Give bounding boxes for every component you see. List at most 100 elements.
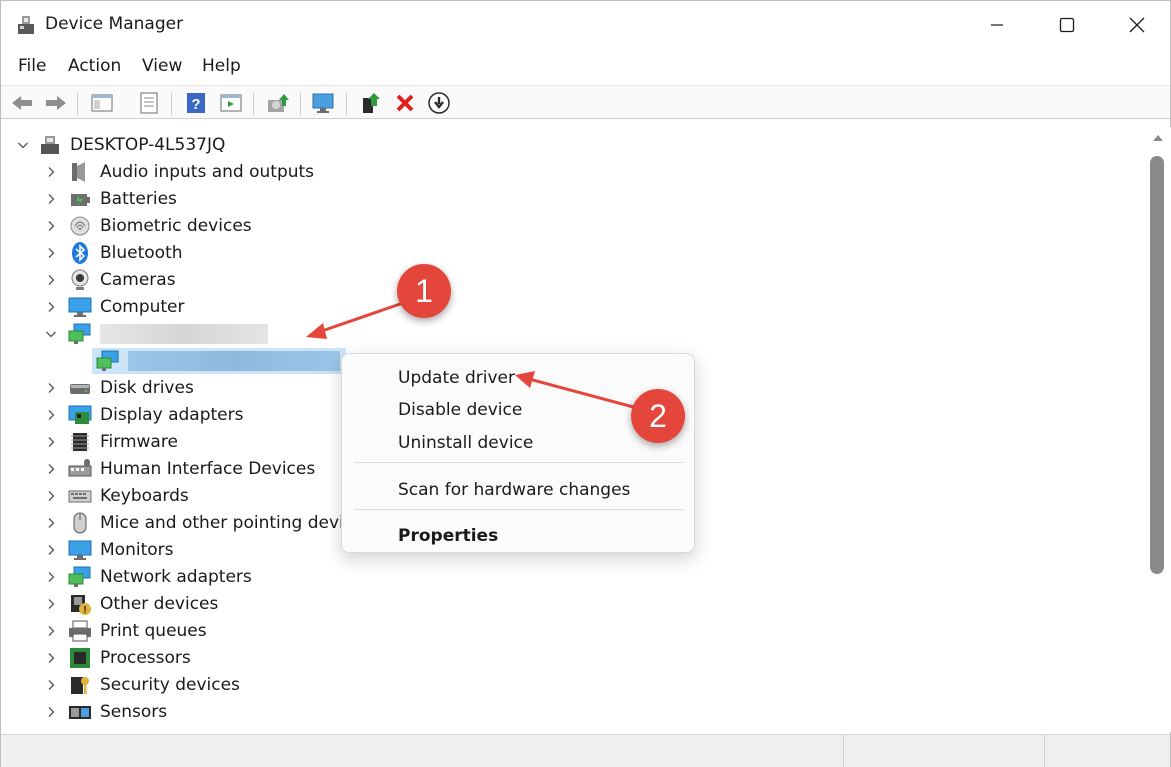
- tree-category-item[interactable]: Batteries: [44, 186, 177, 212]
- ctx-separator: [354, 509, 684, 510]
- tree-root-computer[interactable]: DESKTOP-4L537JQ: [16, 132, 225, 158]
- tree-category-item[interactable]: Monitors: [44, 537, 173, 563]
- menu-help[interactable]: Help: [202, 56, 241, 76]
- tree-category-item[interactable]: Network adapters: [44, 564, 252, 590]
- mouse-icon: [68, 511, 92, 535]
- chevron-right-icon[interactable]: [44, 300, 58, 314]
- show-hide-console-tree-icon: [91, 94, 113, 112]
- battery-icon: [68, 187, 92, 211]
- bluetooth-icon: [68, 241, 92, 265]
- minimize-button[interactable]: [962, 1, 1032, 49]
- menu-view[interactable]: View: [142, 56, 182, 76]
- update-driver-button[interactable]: [265, 90, 291, 116]
- chevron-right-icon[interactable]: [44, 381, 58, 395]
- update-driver-icon: [268, 94, 289, 112]
- chevron-right-icon[interactable]: [44, 408, 58, 422]
- chevron-right-icon[interactable]: [44, 516, 58, 530]
- scan-hardware-button[interactable]: [311, 90, 337, 116]
- tree-category-item[interactable]: Firmware: [44, 429, 178, 455]
- disable-device-button[interactable]: [426, 90, 452, 116]
- context-menu: Update driver Disable device Uninstall d…: [341, 353, 695, 553]
- processor-icon: [68, 646, 92, 670]
- tree-category-item[interactable]: Sensors: [44, 699, 167, 725]
- tree-category-item[interactable]: Mice and other pointing device: [44, 510, 364, 536]
- chevron-right-icon[interactable]: [44, 435, 58, 449]
- enable-device-icon: [363, 93, 380, 113]
- chevron-right-icon[interactable]: [44, 489, 58, 503]
- tree-category-item[interactable]: Audio inputs and outputs: [44, 159, 314, 185]
- chevron-right-icon[interactable]: [44, 570, 58, 584]
- tree-category-item[interactable]: Keyboards: [44, 483, 189, 509]
- disable-device-icon: [428, 92, 450, 114]
- show-hide-console-tree-button[interactable]: [89, 90, 115, 116]
- chevron-right-icon[interactable]: [44, 624, 58, 638]
- title-bar: Device Manager: [1, 1, 1170, 51]
- chevron-right-icon[interactable]: [44, 165, 58, 179]
- network-icon: [68, 565, 92, 589]
- ctx-properties[interactable]: Properties: [398, 526, 498, 546]
- tree-category-item[interactable]: Human Interface Devices: [44, 456, 315, 482]
- tree-item-label: Cameras: [100, 270, 176, 290]
- close-button[interactable]: [1102, 1, 1171, 49]
- chevron-right-icon[interactable]: [44, 705, 58, 719]
- chevron-down-icon[interactable]: [44, 327, 58, 341]
- tree-category-item[interactable]: Print queues: [44, 618, 207, 644]
- tree-item-label: Batteries: [100, 189, 177, 209]
- menu-action[interactable]: Action: [68, 56, 121, 76]
- tree-category-item[interactable]: Computer: [44, 294, 185, 320]
- scroll-thumb[interactable]: [1150, 156, 1164, 574]
- maximize-button[interactable]: [1032, 1, 1102, 49]
- tree-category-item[interactable]: Cameras: [44, 267, 176, 293]
- action-pane-button[interactable]: [218, 90, 244, 116]
- chevron-right-icon[interactable]: [44, 543, 58, 557]
- tree-category-item[interactable]: Processors: [44, 645, 191, 671]
- svg-text:?: ?: [191, 96, 200, 113]
- tree-device-item[interactable]: [92, 348, 346, 374]
- help-button[interactable]: ?: [183, 90, 209, 116]
- annotation-badge-2: 2: [631, 389, 685, 443]
- ctx-disable-device[interactable]: Disable device: [398, 400, 522, 420]
- chevron-right-icon[interactable]: [44, 219, 58, 233]
- chevron-right-icon[interactable]: [44, 651, 58, 665]
- tree-item-label: Disk drives: [100, 378, 194, 398]
- speaker-icon: [68, 160, 92, 184]
- tree-category-item[interactable]: Security devices: [44, 672, 240, 698]
- menu-bar: File Action View Help: [1, 53, 1170, 83]
- monitor-icon: [68, 538, 92, 562]
- ctx-uninstall-device[interactable]: Uninstall device: [398, 433, 533, 453]
- tree-category-item[interactable]: Bluetooth: [44, 240, 183, 266]
- ctx-update-driver[interactable]: Update driver: [398, 368, 515, 388]
- chevron-right-icon[interactable]: [44, 246, 58, 260]
- tree-category-item[interactable]: Display adapters: [44, 402, 243, 428]
- maximize-icon: [1059, 17, 1075, 33]
- chevron-right-icon[interactable]: [44, 273, 58, 287]
- tree-category-item[interactable]: ! Other devices: [44, 591, 218, 617]
- menu-file[interactable]: File: [18, 56, 46, 76]
- tree-item-label: Computer: [100, 297, 185, 317]
- back-icon: [12, 96, 32, 110]
- forward-button[interactable]: [43, 90, 69, 116]
- enable-device-button[interactable]: [358, 90, 384, 116]
- toolbar-separator: [77, 92, 78, 116]
- chevron-right-icon[interactable]: [44, 597, 58, 611]
- status-bar: [1, 734, 1170, 767]
- network-icon: [68, 322, 92, 346]
- chevron-down-icon[interactable]: [16, 138, 30, 152]
- chevron-right-icon[interactable]: [44, 192, 58, 206]
- tree-item-label: Network adapters: [100, 567, 252, 587]
- tree-category-item[interactable]: [44, 321, 268, 347]
- uninstall-device-button[interactable]: [392, 90, 418, 116]
- ctx-scan-hardware[interactable]: Scan for hardware changes: [398, 480, 630, 500]
- tree-category-item[interactable]: Disk drives: [44, 375, 194, 401]
- properties-button[interactable]: [136, 90, 162, 116]
- help-icon: ?: [187, 93, 205, 113]
- status-separator: [1044, 735, 1045, 767]
- ctx-separator: [354, 462, 684, 463]
- uninstall-device-icon: [396, 94, 414, 112]
- scan-hardware-icon: [312, 93, 334, 113]
- back-button[interactable]: [9, 90, 35, 116]
- device-manager-window: Device Manager File Action View Help ? D…: [0, 0, 1171, 767]
- chevron-right-icon[interactable]: [44, 678, 58, 692]
- chevron-right-icon[interactable]: [44, 462, 58, 476]
- tree-category-item[interactable]: Biometric devices: [44, 213, 252, 239]
